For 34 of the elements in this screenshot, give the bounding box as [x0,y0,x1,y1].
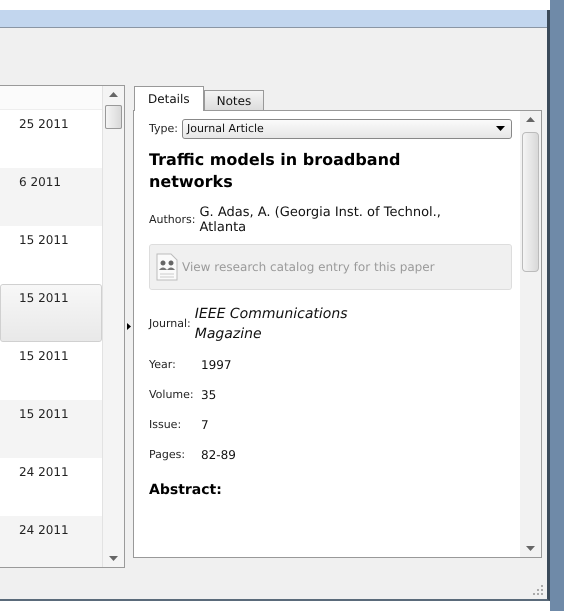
dropdown-caret-icon [496,126,505,132]
authors-label: Authors: [149,213,196,226]
field-value: 7 [201,418,209,432]
journal-value: IEEE Communications Magazine [194,304,349,344]
field-value: 1997 [201,358,232,372]
field-label: Pages: [149,448,186,462]
date-cell[interactable]: 15 2011 [0,284,102,342]
document-people-icon [156,252,178,281]
type-dropdown[interactable]: Journal Article [182,118,512,139]
splitter-arrow-icon[interactable] [127,322,131,330]
date-cell[interactable]: 15 2011 [0,400,102,458]
scroll-thumb[interactable] [105,104,122,129]
field-label: Volume: [149,388,195,402]
scroll-down-arrow-icon[interactable] [526,546,535,551]
scroll-up-arrow-icon[interactable] [526,116,535,122]
date-cell[interactable]: 24 2011 [0,516,102,567]
type-label: Type: [149,122,178,136]
field-label: Year: [149,358,177,372]
abstract-heading: Abstract: [149,482,223,498]
tab[interactable]: Details [134,86,204,111]
journal-label: Journal: [149,317,191,330]
scrollbar[interactable] [102,86,124,567]
field-label: Issue: [149,418,182,432]
date-cell[interactable]: 6 2011 [0,168,102,226]
field-value: 82-89 [201,448,236,462]
field-value: 35 [201,388,216,402]
authors-value: G. Adas, A. (Georgia Inst. of Technol., Atlanta [199,204,442,235]
tab[interactable]: Notes [204,90,264,110]
scroll-thumb[interactable] [522,132,539,272]
resize-grip-icon[interactable] [533,585,543,595]
scroll-down-arrow-icon[interactable] [109,556,118,561]
paper-title: Traffic models in broadband networks [149,148,402,193]
scrollbar[interactable] [520,110,541,557]
scroll-up-arrow-icon[interactable] [109,92,118,97]
